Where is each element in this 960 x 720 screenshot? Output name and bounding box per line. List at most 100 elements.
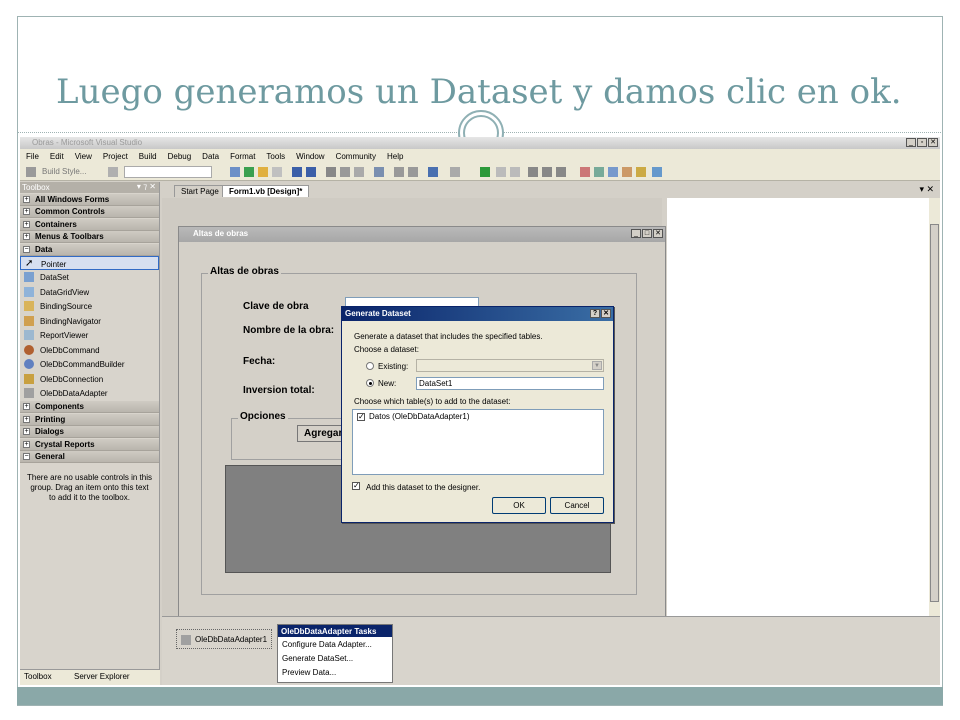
expand-icon: + <box>23 233 30 240</box>
tab-form1-design[interactable]: Form1.vb [Design]* <box>222 185 310 197</box>
help-button[interactable]: ? <box>590 309 600 318</box>
existing-dataset-combo[interactable]: ▼ <box>416 359 604 372</box>
object-browser-icon[interactable] <box>608 167 618 177</box>
menu-tools[interactable]: Tools <box>266 152 285 161</box>
vertical-scrollbar[interactable] <box>929 198 940 616</box>
step-into-icon[interactable] <box>528 167 538 177</box>
toolbox-item-reportviewer[interactable]: ReportViewer <box>20 328 159 343</box>
step-out-icon[interactable] <box>556 167 566 177</box>
form-minimize-button[interactable]: _ <box>631 229 641 238</box>
redo-icon[interactable] <box>450 167 460 177</box>
style-combo[interactable] <box>124 166 212 178</box>
copy-icon[interactable] <box>340 167 350 177</box>
undo-icon[interactable] <box>428 167 438 177</box>
task-generate-dataset[interactable]: Generate DataSet... <box>278 651 392 665</box>
save-all-icon[interactable] <box>306 167 316 177</box>
tab-server-explorer[interactable]: Server Explorer <box>74 672 130 681</box>
toolbox-item-oledbconnection[interactable]: OleDbConnection <box>20 372 159 387</box>
tables-label: Choose which table(s) to add to the data… <box>354 397 511 406</box>
toolbox-category-general[interactable]: − General <box>20 451 159 463</box>
new-project-icon[interactable] <box>230 167 240 177</box>
menu-community[interactable]: Community <box>336 152 376 161</box>
toolbox-item-bindingnavigator[interactable]: BindingNavigator <box>20 314 159 329</box>
solution-explorer-icon[interactable] <box>580 167 590 177</box>
start-debug-icon[interactable] <box>480 167 490 177</box>
dialog-close-button[interactable]: ✕ <box>601 309 611 318</box>
tables-list[interactable]: ✓ Datos (OleDbDataAdapter1) <box>352 409 604 475</box>
form-titlebar: Altas de obras _ □ ✕ <box>179 227 665 242</box>
menu-view[interactable]: View <box>75 152 92 161</box>
toolbox-category-data[interactable]: − Data <box>20 243 159 256</box>
menu-project[interactable]: Project <box>103 152 128 161</box>
toolbox-icon[interactable] <box>622 167 632 177</box>
find-icon[interactable] <box>374 167 384 177</box>
menu-debug[interactable]: Debug <box>168 152 192 161</box>
stop-icon[interactable] <box>510 167 520 177</box>
menu-format[interactable]: Format <box>230 152 255 161</box>
toolbox-category-menus-toolbars[interactable]: + Menus & Toolbars <box>20 231 159 243</box>
open-folder-icon[interactable] <box>258 167 268 177</box>
toolbox-item-bindingsource[interactable]: BindingSource <box>20 299 159 314</box>
build-style-button[interactable]: Build Style... <box>42 167 86 176</box>
toolbox-category-dialogs[interactable]: + Dialogs <box>20 426 159 438</box>
restore-button[interactable]: ▫ <box>917 138 927 147</box>
form-close-button[interactable]: ✕ <box>653 229 663 238</box>
toolbox-general-message: There are no usable controls in this gro… <box>27 473 152 502</box>
fecha-label: Fecha: <box>243 356 276 367</box>
cut-icon[interactable] <box>326 167 336 177</box>
pause-icon[interactable] <box>496 167 506 177</box>
table-checkbox-datos[interactable]: ✓ <box>357 413 365 421</box>
add-new-icon[interactable] <box>272 167 282 177</box>
toolbox-category-common-controls[interactable]: + Common Controls <box>20 206 159 218</box>
toolbox-category-crystal-reports[interactable]: + Crystal Reports <box>20 438 159 451</box>
pointer-tool-icon[interactable] <box>26 167 36 177</box>
add-item-icon[interactable] <box>244 167 254 177</box>
more-tools-icon[interactable] <box>652 167 662 177</box>
format-icon[interactable] <box>108 167 118 177</box>
minimize-button[interactable]: _ <box>906 138 916 147</box>
dataset-icon <box>24 272 34 282</box>
uncomment-icon[interactable] <box>408 167 418 177</box>
toolbox-item-datagridview[interactable]: DataGridView <box>20 285 159 300</box>
menu-window[interactable]: Window <box>296 152 324 161</box>
new-radio[interactable] <box>366 379 374 387</box>
expand-icon: + <box>23 428 30 435</box>
step-over-icon[interactable] <box>542 167 552 177</box>
start-page-icon[interactable] <box>636 167 646 177</box>
cancel-button[interactable]: Cancel <box>550 497 604 514</box>
toolbox-header-controls[interactable]: ▾ ⁊ ✕ <box>137 182 156 191</box>
oledbcommandbuilder-icon <box>24 359 34 369</box>
toolbox-item-oledbcommandbuilder[interactable]: OleDbCommandBuilder <box>20 357 159 372</box>
add-designer-checkbox[interactable]: ✓ <box>352 482 360 490</box>
tab-start-page[interactable]: Start Page <box>174 185 226 197</box>
existing-radio[interactable] <box>366 362 374 370</box>
comment-icon[interactable] <box>394 167 404 177</box>
new-dataset-input[interactable]: DataSet1 <box>416 377 604 390</box>
menu-file[interactable]: File <box>26 152 39 161</box>
task-configure-data-adapter[interactable]: Configure Data Adapter... <box>278 637 392 651</box>
menu-build[interactable]: Build <box>139 152 157 161</box>
tray-oledbdataadapter[interactable]: OleDbDataAdapter1 <box>176 629 272 649</box>
menu-edit[interactable]: Edit <box>50 152 64 161</box>
scrollbar-thumb[interactable] <box>930 224 939 602</box>
paste-icon[interactable] <box>354 167 364 177</box>
tab-toolbox[interactable]: Toolbox <box>24 672 52 681</box>
clave-label: Clave de obra <box>243 301 309 312</box>
task-preview-data[interactable]: Preview Data... <box>278 665 392 679</box>
save-icon[interactable] <box>292 167 302 177</box>
toolbox-category-all-windows-forms[interactable]: + All Windows Forms <box>20 193 159 206</box>
properties-icon[interactable] <box>594 167 604 177</box>
toolbox-item-oledbdataadapter[interactable]: OleDbDataAdapter <box>20 386 159 401</box>
toolbox-item-dataset[interactable]: DataSet <box>20 270 159 285</box>
toolbox-category-printing[interactable]: + Printing <box>20 413 159 426</box>
toolbox-category-components[interactable]: + Components <box>20 401 159 413</box>
document-tab-controls[interactable]: ▾ ✕ <box>919 184 934 195</box>
toolbox-category-containers[interactable]: + Containers <box>20 218 159 231</box>
toolbox-item-pointer[interactable]: ➚ Pointer <box>20 255 159 270</box>
menu-help[interactable]: Help <box>387 152 403 161</box>
form-maximize-button[interactable]: □ <box>642 229 652 238</box>
close-button[interactable]: ✕ <box>928 138 938 147</box>
ok-button[interactable]: OK <box>492 497 546 514</box>
toolbox-item-oledbcommand[interactable]: OleDbCommand <box>20 343 159 358</box>
menu-data[interactable]: Data <box>202 152 219 161</box>
